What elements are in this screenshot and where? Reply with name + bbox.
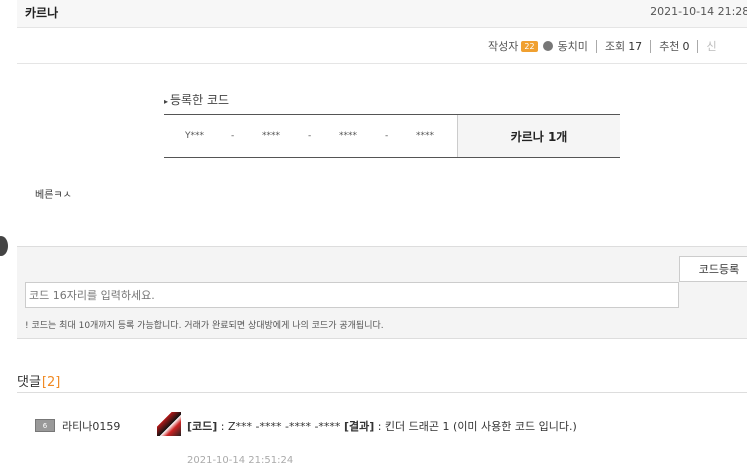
post-body: 베른ㅋㅅ: [35, 190, 72, 201]
commenter-level-icon: 6: [35, 419, 55, 432]
registered-code-label: 등록한 코드: [170, 93, 230, 107]
code-register-panel: 코드등록 ! 코드는 최대 10개까지 등록 가능합니다. 거래가 완료되면 상…: [17, 246, 747, 339]
comments-divider: [17, 392, 747, 393]
comment-text: [코드] : Z*** -**** -**** -**** [결과] : 킨더 …: [187, 418, 577, 434]
post-date: 2021-10-14 21:28:: [650, 5, 747, 18]
author-label: 작성자: [488, 40, 519, 53]
code-item: 카르나 1개: [457, 115, 620, 157]
code-segments: Y*** - **** - **** - ****: [164, 115, 458, 157]
side-scroll-handle[interactable]: [0, 236, 8, 256]
code-separator: -: [231, 131, 235, 141]
meta-divider: [697, 39, 699, 53]
comment-code-value: : Z*** -**** -**** -****: [217, 420, 344, 433]
code-segment: Y***: [185, 131, 204, 141]
registered-code-title: ▸ 등록한 코드: [164, 91, 229, 108]
comment-author[interactable]: 라티나0159: [62, 418, 120, 434]
views-count: 17: [628, 39, 643, 53]
views-label: 조회: [604, 40, 626, 53]
comment-item: 6 라티나0159 [코드] : Z*** -**** -**** -**** …: [0, 410, 747, 470]
comment-date: 2021-10-14 21:51:24: [187, 455, 294, 466]
comment-code-tag: [코드]: [187, 420, 218, 433]
author-avatar-icon: [542, 41, 553, 51]
likes-label: 추천: [659, 40, 680, 53]
comments-label: 댓글: [17, 375, 41, 390]
author-level-badge: 22: [521, 40, 538, 52]
comment-result-value: : 킨더 드래곤 1 (이미 사용한 코드 입니다.): [374, 420, 577, 433]
post-meta-bar: 작성자 22 동치미 조회 17 추천 0 신: [17, 29, 747, 64]
comment-result-tag: [결과]: [343, 420, 375, 433]
code-input[interactable]: [25, 282, 679, 308]
meta-divider: [650, 39, 652, 53]
code-segment: ****: [339, 131, 357, 141]
registered-code-box: Y*** - **** - **** - **** 카르나 1개: [164, 114, 620, 158]
register-notice: ! 코드는 최대 10개까지 등록 가능합니다. 거래가 완료되면 상대방에게 …: [25, 321, 384, 331]
comments-header: 댓글[2]: [17, 371, 60, 390]
post-meta: 작성자 22 동치미 조회 17 추천 0 신: [488, 38, 717, 54]
post-title: 카르나: [25, 6, 59, 20]
triangle-right-icon: ▸: [164, 97, 169, 106]
code-segment: ****: [262, 131, 280, 141]
code-register-button[interactable]: 코드등록: [679, 256, 747, 282]
likes-count: 0: [682, 39, 690, 53]
post-title-bar: 카르나 2021-10-14 21:28:: [17, 0, 747, 28]
commenter-avatar: [157, 412, 181, 436]
author-name[interactable]: 동치미: [558, 38, 588, 54]
report-link[interactable]: 신: [706, 38, 716, 54]
meta-divider: [595, 39, 597, 53]
code-separator: -: [308, 131, 312, 141]
code-segment: ****: [416, 131, 434, 141]
code-separator: -: [385, 131, 389, 141]
comments-count: [2]: [41, 375, 61, 390]
